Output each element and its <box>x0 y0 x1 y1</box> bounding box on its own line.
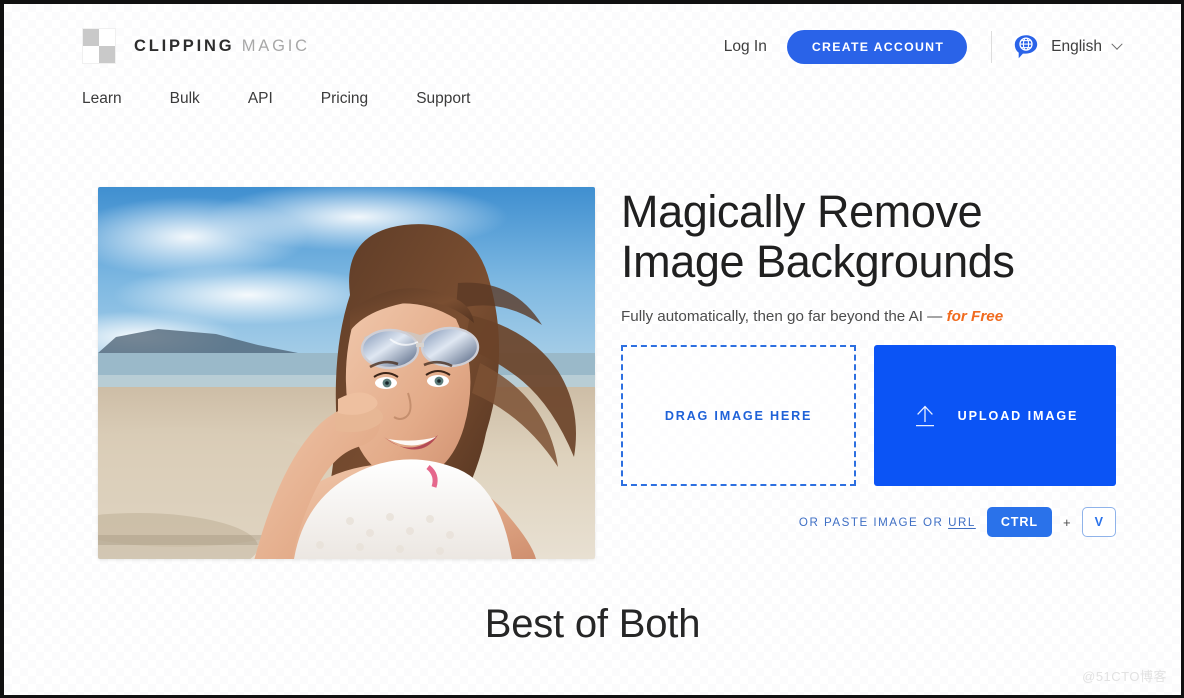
hero-subtitle: Fully automatically, then go far beyond … <box>621 308 1121 325</box>
nav-item-pricing[interactable]: Pricing <box>321 90 368 108</box>
create-account-button[interactable]: CREATE ACCOUNT <box>786 30 968 64</box>
hero-title-line1: Magically Remove <box>621 186 983 237</box>
page-title: Magically Remove Image Backgrounds <box>621 187 1121 287</box>
nav-item-support[interactable]: Support <box>416 90 470 108</box>
hero-cta-row: DRAG IMAGE HERE UPLOAD IMAGE <box>621 345 1121 486</box>
upload-arrow-icon <box>915 405 934 426</box>
header-divider <box>991 31 993 63</box>
section-heading-best-of-both: Best of Both <box>484 602 701 646</box>
hero-content: Magically Remove Image Backgrounds Fully… <box>621 187 1121 537</box>
hero-subtitle-prefix: Fully automatically, then go far beyond … <box>621 308 947 325</box>
key-ctrl-badge[interactable]: CTRL <box>986 507 1052 537</box>
nav-item-api[interactable]: API <box>248 90 273 108</box>
brand-word-light: MAGIC <box>241 36 310 55</box>
language-switcher[interactable]: English <box>1012 33 1123 61</box>
nav-item-bulk[interactable]: Bulk <box>170 90 200 108</box>
main-navigation: Learn Bulk API Pricing Support <box>82 90 470 108</box>
globe-speech-bubble-icon <box>1014 35 1038 59</box>
language-label: English <box>1051 38 1102 55</box>
paste-hint-row: OR PASTE IMAGE OR URL CTRL + V <box>621 507 1116 537</box>
hero-subtitle-highlight: for Free <box>946 308 1004 325</box>
nav-item-learn[interactable]: Learn <box>82 90 122 108</box>
brand-logo[interactable]: CLIPPING MAGIC <box>82 28 310 64</box>
key-v-badge[interactable]: V <box>1081 507 1116 537</box>
hero-title-line2: Image Backgrounds <box>621 236 1015 287</box>
key-plus-separator: + <box>1063 514 1071 530</box>
drag-image-dropzone[interactable]: DRAG IMAGE HERE <box>621 345 856 486</box>
watermark-label: @51CTO博客 <box>1082 669 1167 684</box>
dropzone-label: DRAG IMAGE HERE <box>664 408 813 423</box>
browser-viewport: CLIPPING MAGIC Log In CREATE ACCOUNT Eng… <box>0 0 1184 698</box>
paste-url-link[interactable]: URL <box>948 516 976 529</box>
chevron-down-icon <box>1111 38 1123 50</box>
header-account-area: Log In CREATE ACCOUNT English <box>724 30 1123 64</box>
brand-word-bold: CLIPPING <box>134 36 235 55</box>
site-header: CLIPPING MAGIC Log In CREATE ACCOUNT Eng… <box>4 4 1181 76</box>
login-link[interactable]: Log In <box>724 38 767 56</box>
paste-hint-text: OR PASTE IMAGE OR URL <box>799 516 976 529</box>
upload-image-button[interactable]: UPLOAD IMAGE <box>874 345 1116 486</box>
page-root: CLIPPING MAGIC Log In CREATE ACCOUNT Eng… <box>4 4 1181 695</box>
brand-wordmark: CLIPPING MAGIC <box>134 37 310 56</box>
paste-hint-prefix: OR PASTE IMAGE OR <box>798 515 949 529</box>
checkerboard-logo-icon <box>82 28 116 64</box>
upload-button-label: UPLOAD IMAGE <box>957 408 1079 423</box>
woman-on-beach-photo <box>98 187 595 559</box>
